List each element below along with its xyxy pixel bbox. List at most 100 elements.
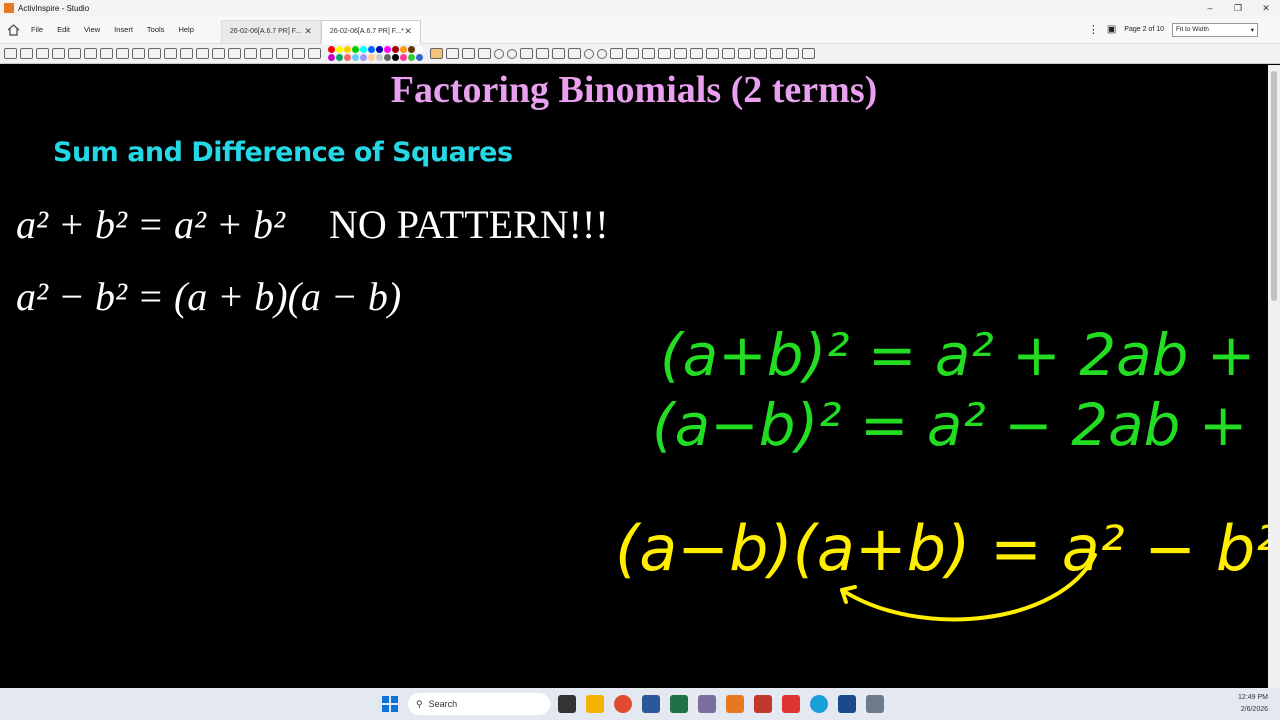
eraser-icon[interactable] — [462, 48, 475, 59]
undo-icon[interactable] — [494, 48, 504, 59]
tool-icon[interactable] — [722, 48, 735, 59]
notepad-icon[interactable] — [838, 695, 856, 713]
zoom-select[interactable]: Fit to Width ▾ — [1172, 22, 1258, 37]
vertical-scrollbar[interactable] — [1268, 65, 1280, 688]
tool-icon[interactable] — [36, 48, 49, 59]
tool-icon[interactable] — [212, 48, 225, 59]
tool-icon[interactable] — [520, 48, 533, 59]
menu-insert[interactable]: Insert — [107, 25, 140, 34]
close-window-icon[interactable]: ✕ — [1252, 0, 1280, 16]
color-swatch[interactable] — [344, 46, 351, 53]
color-swatch[interactable] — [368, 54, 375, 61]
tab-document-2[interactable]: 26-02-06[A.6.7 PR] F...* ✕ — [320, 19, 421, 44]
tool-icon[interactable] — [690, 48, 703, 59]
system-clock[interactable]: 12:49 PM 2/6/2026 — [1238, 692, 1268, 716]
color-swatch[interactable] — [416, 54, 423, 61]
color-swatch[interactable] — [416, 46, 423, 53]
tool-icon[interactable] — [260, 48, 273, 59]
trash-icon[interactable] — [478, 48, 491, 59]
tool-icon[interactable] — [568, 48, 581, 59]
tool-icon[interactable] — [642, 48, 655, 59]
edge-icon[interactable] — [810, 695, 828, 713]
snipping-tool-icon[interactable] — [866, 695, 884, 713]
tool-icon[interactable] — [802, 48, 815, 59]
tool-icon[interactable] — [552, 48, 565, 59]
menu-edit[interactable]: Edit — [50, 25, 77, 34]
tool-icon[interactable] — [132, 48, 145, 59]
task-view-icon[interactable] — [558, 695, 576, 713]
tool-icon[interactable] — [148, 48, 161, 59]
color-swatch[interactable] — [376, 46, 383, 53]
color-swatch[interactable] — [360, 46, 367, 53]
menu-view[interactable]: View — [77, 25, 107, 34]
app-icon[interactable] — [782, 695, 800, 713]
tool-icon[interactable] — [180, 48, 193, 59]
color-swatch[interactable] — [336, 46, 343, 53]
color-swatch[interactable] — [400, 46, 407, 53]
color-swatch[interactable] — [368, 46, 375, 53]
globe-icon[interactable] — [597, 48, 607, 59]
color-swatch[interactable] — [352, 46, 359, 53]
tool-icon[interactable] — [276, 48, 289, 59]
chrome-icon[interactable] — [614, 695, 632, 713]
tool-icon[interactable] — [754, 48, 767, 59]
app-icon[interactable] — [698, 695, 716, 713]
tool-icon[interactable] — [20, 48, 33, 59]
flipchart-canvas[interactable]: Factoring Binomials (2 terms) Sum and Di… — [0, 65, 1268, 688]
color-swatch[interactable] — [400, 54, 407, 61]
color-swatch[interactable] — [392, 46, 399, 53]
windows-start-icon[interactable] — [382, 696, 398, 712]
file-explorer-icon[interactable] — [586, 695, 604, 713]
menu-file[interactable]: File — [24, 25, 50, 34]
word-icon[interactable] — [642, 695, 660, 713]
tool-icon[interactable] — [786, 48, 799, 59]
tool-icon[interactable] — [52, 48, 65, 59]
scrollbar-thumb[interactable] — [1271, 71, 1277, 301]
pdf-icon[interactable] — [754, 695, 772, 713]
color-swatch[interactable] — [376, 54, 383, 61]
tool-icon[interactable] — [706, 48, 719, 59]
more-options-icon[interactable]: ⋮ — [1088, 23, 1099, 36]
color-swatch[interactable] — [328, 46, 335, 53]
color-swatch[interactable] — [392, 54, 399, 61]
tool-icon[interactable] — [610, 48, 623, 59]
color-swatch[interactable] — [408, 54, 415, 61]
color-swatch[interactable] — [384, 54, 391, 61]
home-button[interactable] — [2, 19, 24, 41]
minimize-icon[interactable]: – — [1196, 0, 1224, 16]
tool-icon[interactable] — [308, 48, 321, 59]
redo-icon[interactable] — [507, 48, 517, 59]
tool-icon[interactable] — [228, 48, 241, 59]
tool-icon[interactable] — [292, 48, 305, 59]
tool-icon[interactable] — [244, 48, 257, 59]
color-swatch[interactable] — [328, 54, 335, 61]
tool-icon[interactable] — [116, 48, 129, 59]
tool-icon[interactable] — [770, 48, 783, 59]
tool-icon[interactable] — [4, 48, 17, 59]
close-tab-icon[interactable]: ✕ — [304, 26, 312, 37]
tool-icon[interactable] — [84, 48, 97, 59]
tool-icon[interactable] — [626, 48, 639, 59]
clock-icon[interactable] — [584, 48, 594, 59]
select-tool-icon[interactable] — [446, 48, 459, 59]
excel-icon[interactable] — [670, 695, 688, 713]
tool-icon[interactable] — [100, 48, 113, 59]
color-swatch[interactable] — [384, 46, 391, 53]
presentation-icon[interactable]: ▣ — [1107, 24, 1116, 35]
tool-icon[interactable] — [674, 48, 687, 59]
tool-icon[interactable] — [68, 48, 81, 59]
activinspire-taskbar-icon[interactable] — [726, 695, 744, 713]
pen-tool-icon[interactable] — [430, 48, 443, 59]
taskbar-search[interactable]: ⚲ Search — [408, 693, 550, 715]
restore-icon[interactable]: ❐ — [1224, 0, 1252, 16]
tool-icon[interactable] — [738, 48, 751, 59]
tab-document-1[interactable]: 26-02-06[A.6.7 PR] F... ✕ — [220, 19, 321, 44]
menu-help[interactable]: Help — [171, 25, 200, 34]
color-swatch[interactable] — [344, 54, 351, 61]
menu-tools[interactable]: Tools — [140, 25, 172, 34]
color-swatch[interactable] — [408, 46, 415, 53]
color-swatch[interactable] — [360, 54, 367, 61]
color-swatch[interactable] — [352, 54, 359, 61]
color-swatch[interactable] — [336, 54, 343, 61]
tool-icon[interactable] — [658, 48, 671, 59]
